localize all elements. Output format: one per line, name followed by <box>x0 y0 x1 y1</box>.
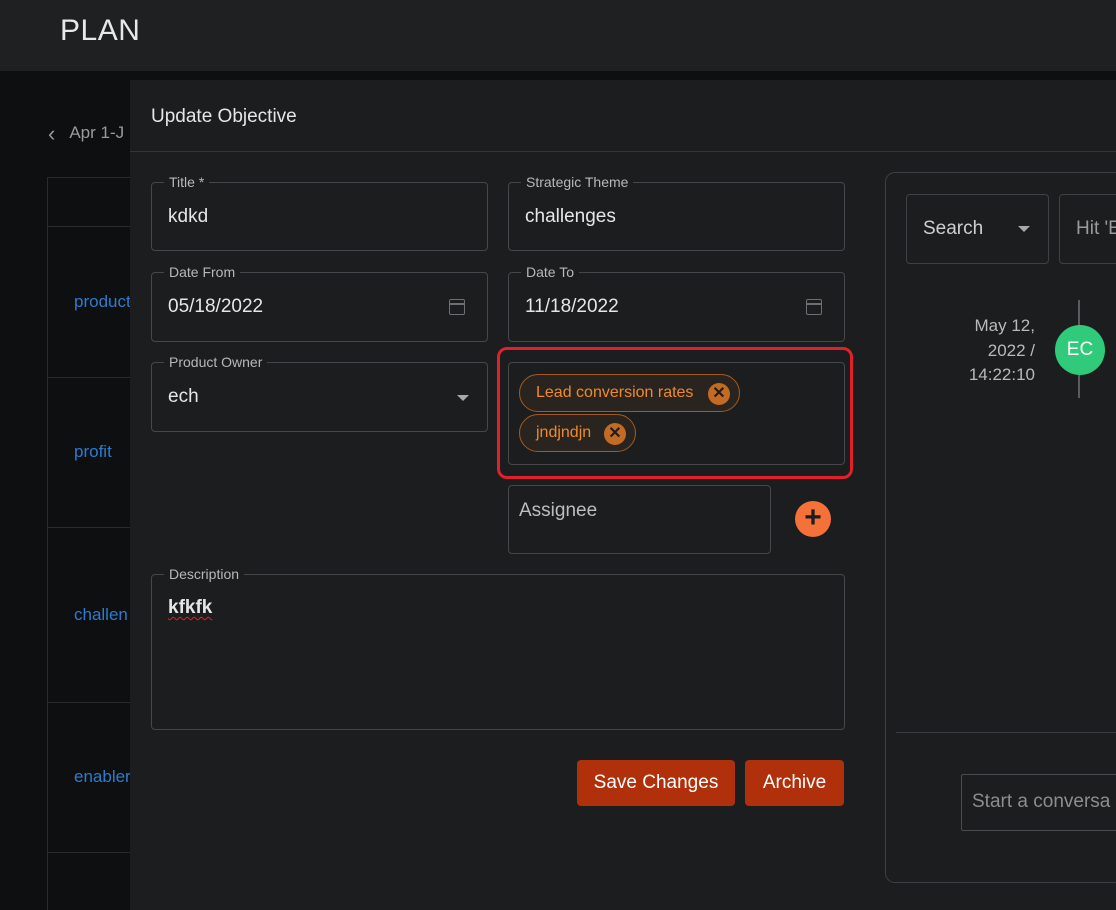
row-link-product[interactable]: product <box>74 292 131 312</box>
description-label: Description <box>164 565 245 583</box>
save-changes-button[interactable]: Save Changes <box>577 760 735 806</box>
assignee-placeholder: Assignee <box>519 500 598 521</box>
assignee-input[interactable]: Assignee <box>508 485 771 554</box>
date-to-field[interactable]: Date To 11/18/2022 <box>508 263 845 342</box>
timestamp-date-line2: 2022 / <box>987 340 1035 360</box>
title-field-value[interactable]: kdkd <box>168 206 208 228</box>
panel-divider <box>896 732 1116 733</box>
product-owner-value[interactable]: ech <box>168 386 199 408</box>
conversation-input[interactable]: Start a conversa <box>961 774 1116 831</box>
date-to-label: Date To <box>521 263 579 281</box>
date-range-label: Apr 1-J <box>69 123 125 142</box>
date-to-value[interactable]: 11/18/2022 <box>525 296 619 318</box>
row-link-enabler[interactable]: enabler <box>74 767 131 787</box>
highlight-annotation <box>497 347 853 479</box>
row-link-challenges[interactable]: challen <box>74 605 128 625</box>
conversation-placeholder: Start a conversa <box>972 791 1111 812</box>
search-type-label: Search <box>923 218 984 239</box>
calendar-icon[interactable] <box>806 299 822 315</box>
add-assignee-button[interactable]: + <box>795 501 831 537</box>
title-field-label: Title * <box>164 173 210 191</box>
date-from-field[interactable]: Date From 05/18/2022 <box>151 263 488 342</box>
activity-timestamp: May 12, 2022 / 14:22:10 <box>945 314 1035 388</box>
strategic-theme-label: Strategic Theme <box>521 173 634 191</box>
strategic-theme-value[interactable]: challenges <box>525 206 616 228</box>
calendar-icon[interactable] <box>449 299 465 315</box>
date-from-label: Date From <box>164 263 241 281</box>
description-value[interactable]: kfkfk <box>168 597 212 619</box>
description-field[interactable]: Description kfkfk <box>151 565 845 730</box>
modal-header: Update Objective <box>130 80 1116 152</box>
timestamp-time: 14:22:10 <box>968 365 1035 384</box>
date-range-nav[interactable]: ‹ Apr 1-J <box>48 121 124 147</box>
timestamp-date-line1: May 12, <box>974 316 1035 335</box>
date-from-value[interactable]: 05/18/2022 <box>168 296 263 318</box>
product-owner-label: Product Owner <box>164 353 268 371</box>
app-header: PLAN <box>0 0 1116 71</box>
chevron-left-icon[interactable]: ‹ <box>48 121 55 147</box>
strategic-theme-field[interactable]: Strategic Theme challenges <box>508 173 845 251</box>
search-input[interactable]: Hit 'E <box>1059 194 1116 264</box>
chevron-down-icon[interactable] <box>457 395 469 401</box>
chevron-down-icon[interactable] <box>1018 226 1030 232</box>
title-field[interactable]: Title * kdkd <box>151 173 488 251</box>
search-placeholder: Hit 'E <box>1076 218 1116 239</box>
product-owner-select[interactable]: Product Owner ech <box>151 353 488 432</box>
avatar[interactable]: EC <box>1055 325 1105 375</box>
modal-title: Update Objective <box>151 106 297 127</box>
app-brand[interactable]: PLAN <box>60 14 140 48</box>
search-type-select[interactable]: Search <box>906 194 1049 264</box>
row-link-profit[interactable]: profit <box>74 442 112 462</box>
archive-button[interactable]: Archive <box>745 760 844 806</box>
